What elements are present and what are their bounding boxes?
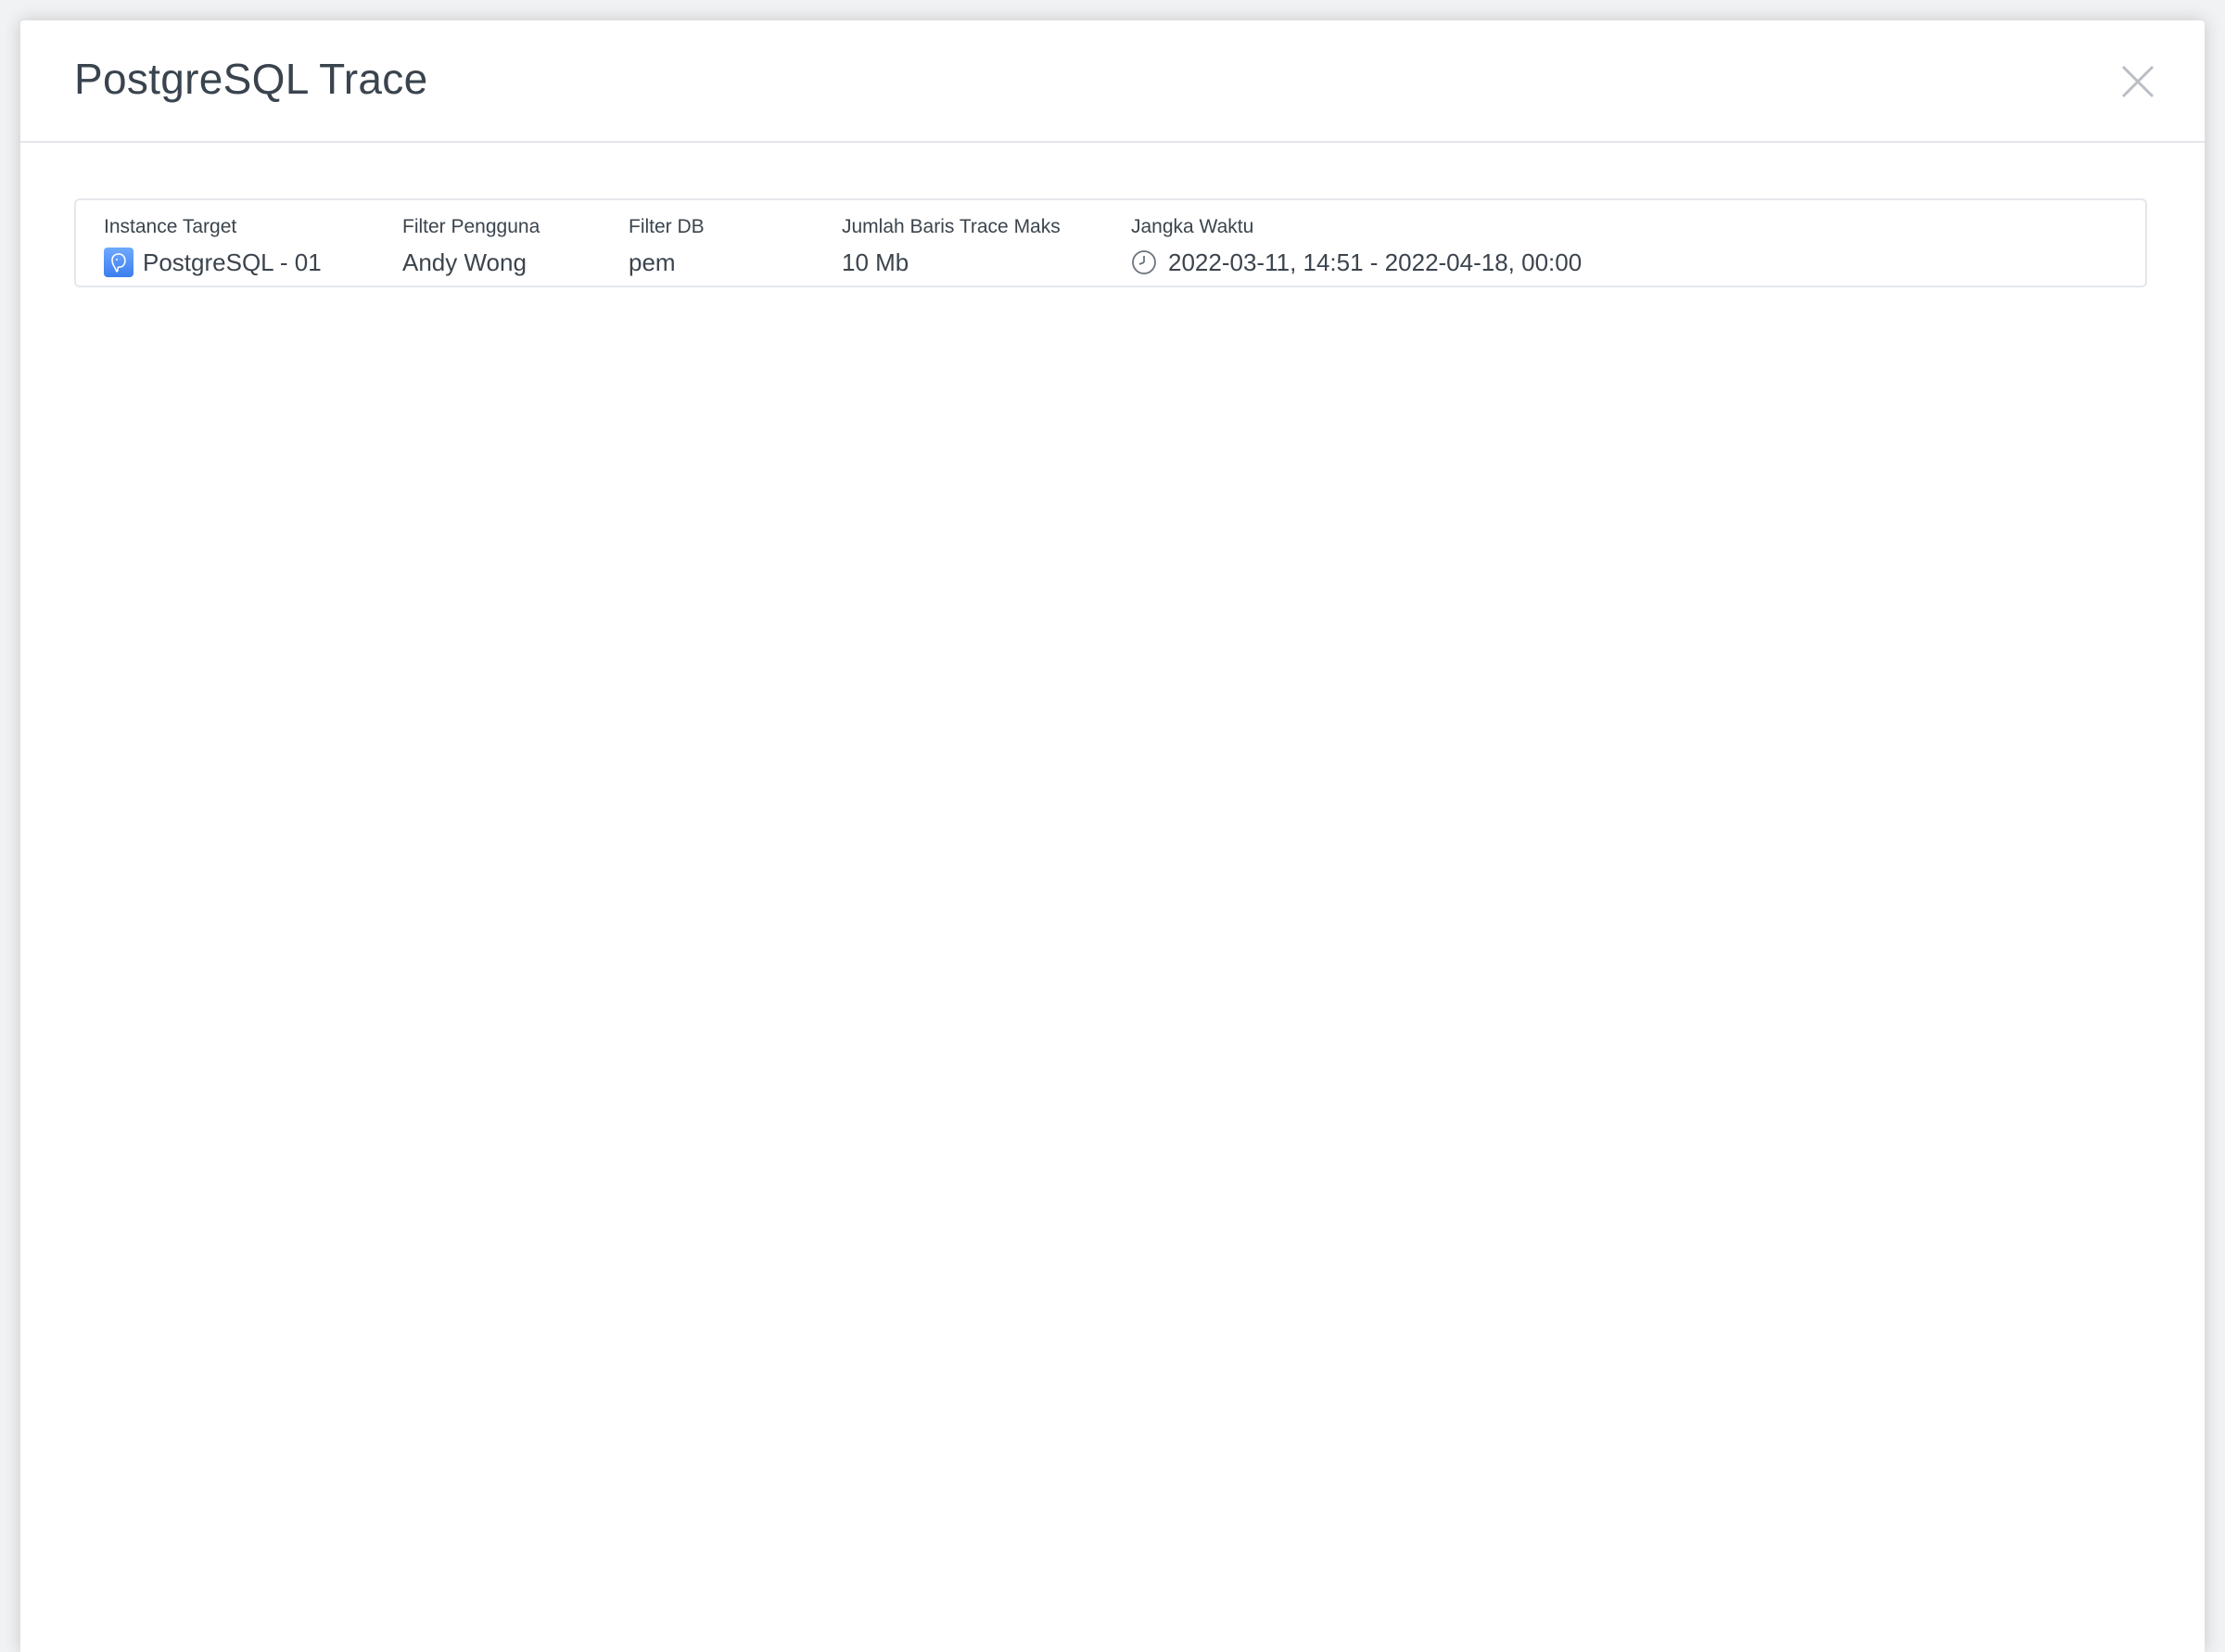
postgresql-icon xyxy=(104,248,134,277)
db-filter-label: Filter DB xyxy=(629,216,705,237)
time-range-label: Jangka Waktu xyxy=(1131,216,1254,237)
time-range-field: Jangka Waktu 2022-03-11, 14:51 - 2022-04… xyxy=(1131,213,1582,278)
max-trace-rows-label: Jumlah Baris Trace Maks xyxy=(842,216,1061,237)
time-range-value: 2022-03-11, 14:51 - 2022-04-18, 00:00 xyxy=(1168,248,1583,276)
close-icon[interactable] xyxy=(2119,63,2156,100)
max-trace-rows-value: 10 Mb xyxy=(842,248,909,276)
user-filter-field: Filter Pengguna Andy Wong xyxy=(402,213,540,278)
instance-target-value-row: PostgreSQL - 01 xyxy=(104,247,322,278)
user-filter-value: Andy Wong xyxy=(402,248,527,276)
time-range-value-row: 2022-03-11, 14:51 - 2022-04-18, 00:00 xyxy=(1131,247,1582,278)
max-trace-rows-field: Jumlah Baris Trace Maks 10 Mb xyxy=(842,213,1061,278)
user-filter-label: Filter Pengguna xyxy=(402,216,540,237)
instance-target-value: PostgreSQL - 01 xyxy=(143,248,322,276)
modal-header: PostgreSQL Trace xyxy=(20,20,2205,143)
trace-modal: PostgreSQL Trace Instance Target Postgre… xyxy=(20,20,2205,1652)
instance-target-field: Instance Target PostgreSQL - 01 xyxy=(104,213,322,278)
trace-info-card: Instance Target PostgreSQL - 01 Filter P… xyxy=(74,198,2147,287)
db-filter-field: Filter DB pem xyxy=(629,213,705,278)
modal-title: PostgreSQL Trace xyxy=(74,55,428,103)
db-filter-value: pem xyxy=(629,248,676,276)
clock-icon xyxy=(1131,249,1157,275)
instance-target-label: Instance Target xyxy=(104,216,237,237)
